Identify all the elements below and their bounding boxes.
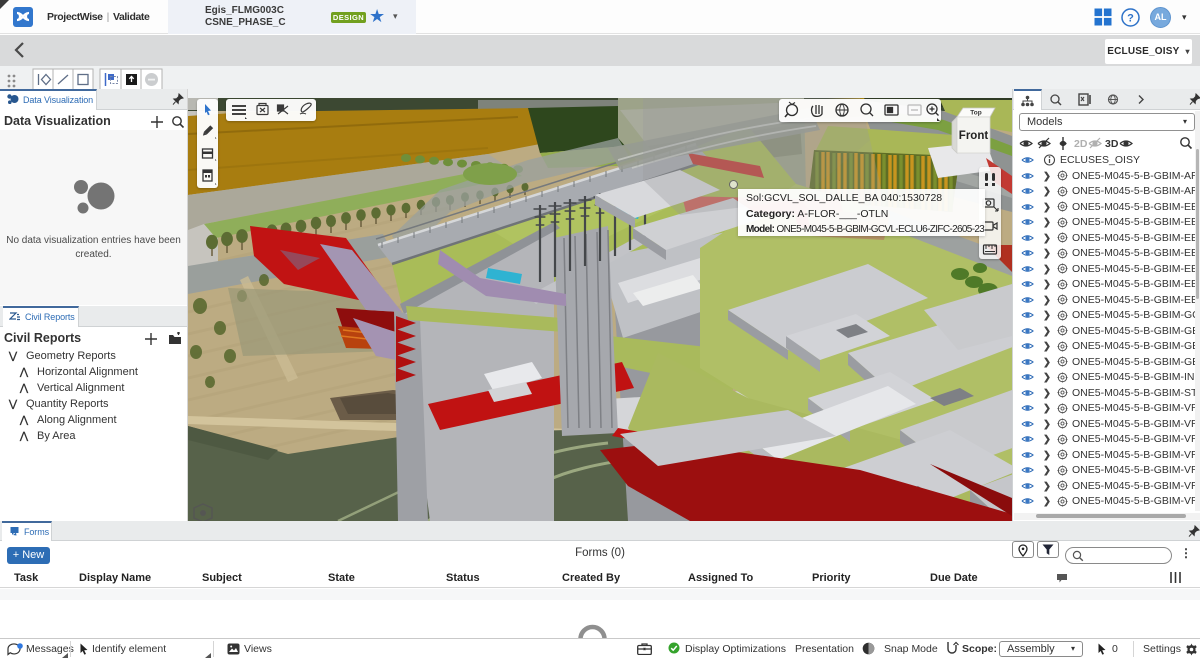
svg-text:2D: 2D (1074, 138, 1088, 150)
svg-text:Top: Top (970, 110, 981, 117)
svg-text:Front: Front (959, 130, 989, 142)
svg-text:?: ? (1127, 13, 1134, 25)
svg-text:3D: 3D (1105, 138, 1119, 150)
